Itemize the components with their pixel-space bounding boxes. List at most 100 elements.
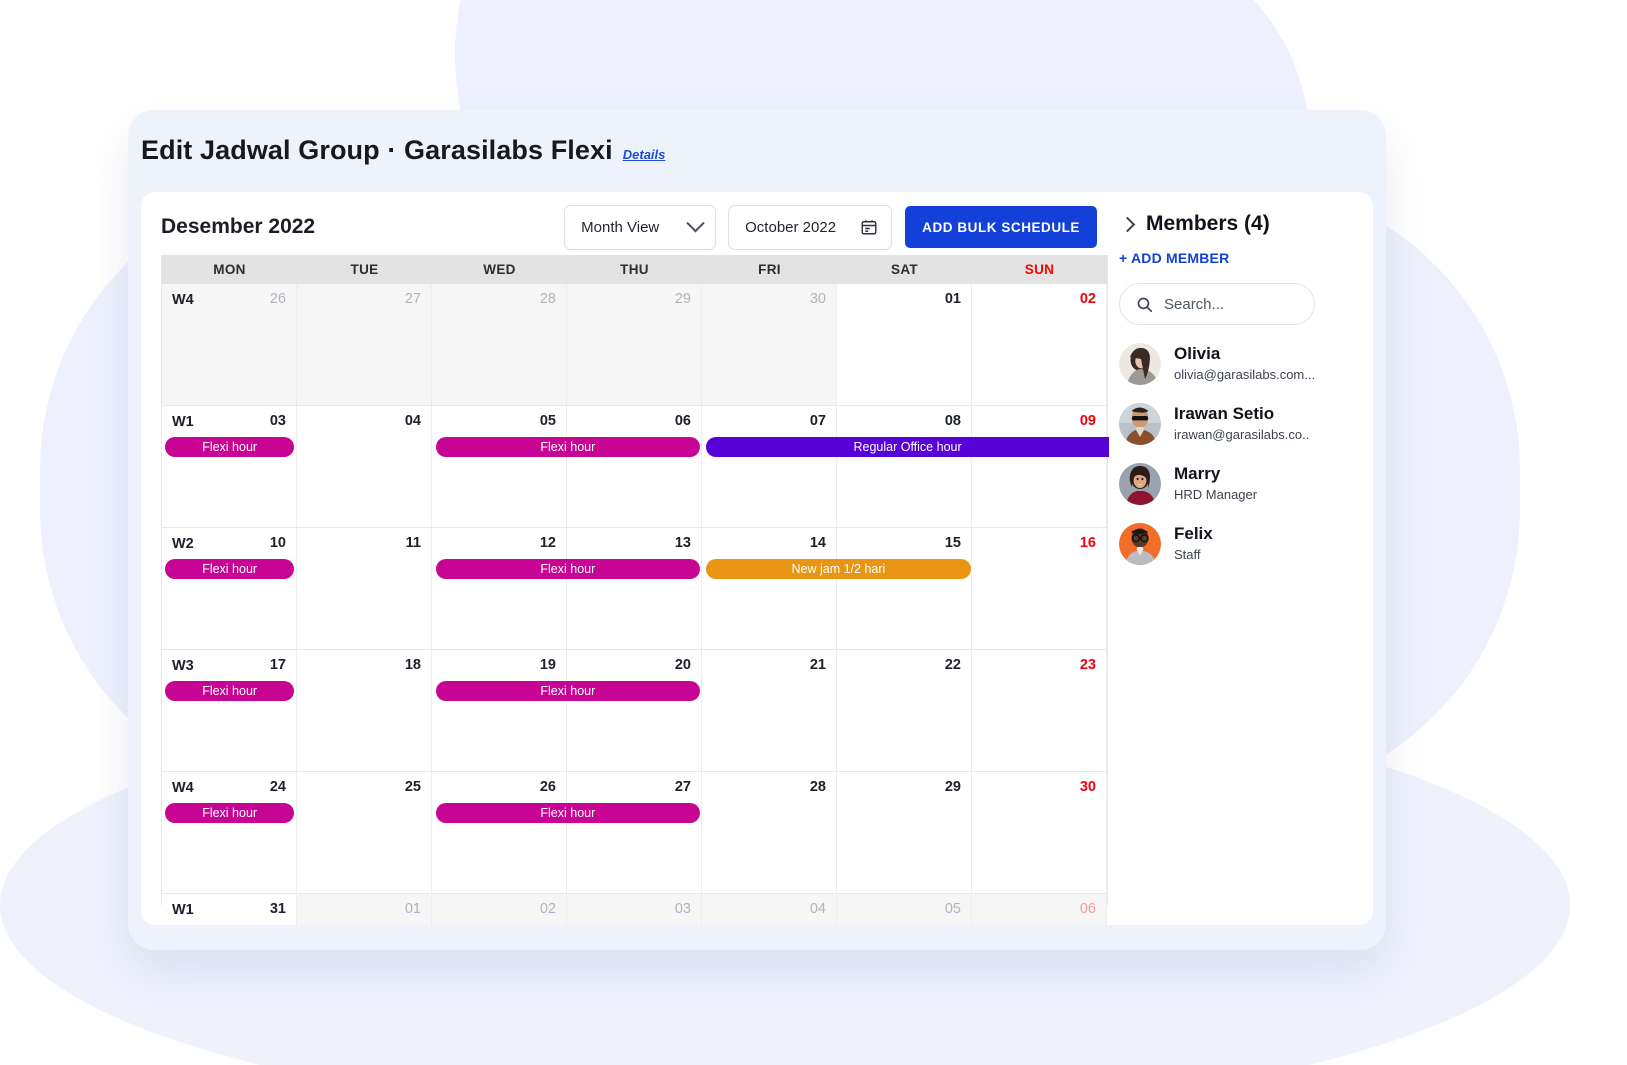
month-picker[interactable]: October 2022 bbox=[728, 204, 893, 250]
calendar-event-pill[interactable]: Flexi hour bbox=[435, 559, 701, 579]
calendar-day-cell[interactable]: 21 bbox=[702, 650, 837, 771]
calendar-day-cell[interactable]: 29 bbox=[837, 772, 972, 893]
view-mode-value: Month View bbox=[581, 218, 660, 236]
calendar-day-cell[interactable]: W1 03 bbox=[162, 406, 297, 527]
members-list: Olivia olivia@garasilabs.com... Irawan Se… bbox=[1119, 343, 1373, 565]
calendar-day-cell[interactable]: 04 bbox=[297, 406, 432, 527]
member-name: Marry bbox=[1174, 464, 1221, 484]
calendar-day-cell[interactable]: 06 bbox=[567, 406, 702, 527]
calendar-event-pill[interactable]: Flexi hour bbox=[165, 559, 295, 579]
calendar-day-cell[interactable]: 03 bbox=[567, 894, 702, 925]
calendar-event-pill[interactable]: Flexi hour bbox=[435, 437, 701, 457]
calendar-day-cell[interactable]: 30 bbox=[972, 772, 1107, 893]
calendar-week-row: W1 31 01 02 03 04 05 06 bbox=[162, 894, 1107, 925]
calendar-day-cell[interactable]: W1 31 bbox=[162, 894, 297, 925]
calendar-week-row: W3 17 18 19 20 21 22 23 Flexi hour Flexi hour bbox=[162, 650, 1107, 772]
day-number: 27 bbox=[404, 291, 421, 307]
member-list-item[interactable]: Felix Staff bbox=[1119, 523, 1373, 565]
calendar-day-cell[interactable]: 02 bbox=[972, 284, 1107, 405]
calendar-day-cell[interactable]: W2 10 bbox=[162, 528, 297, 649]
calendar-day-cell[interactable]: W4 26 bbox=[162, 284, 297, 405]
details-link[interactable]: Details bbox=[623, 147, 666, 162]
day-number: 01 bbox=[944, 291, 961, 307]
day-number: 03 bbox=[674, 901, 691, 917]
week-label: W4 bbox=[172, 780, 194, 796]
week-label: W1 bbox=[172, 414, 194, 430]
calendar-day-cell[interactable]: 18 bbox=[297, 650, 432, 771]
calendar-day-cell[interactable]: 11 bbox=[297, 528, 432, 649]
member-list-item[interactable]: Olivia olivia@garasilabs.com... bbox=[1119, 343, 1373, 385]
day-number: 07 bbox=[809, 413, 826, 429]
avatar bbox=[1119, 523, 1161, 565]
member-text: Felix Staff bbox=[1174, 524, 1213, 563]
calendar-day-cell[interactable]: 19 bbox=[432, 650, 567, 771]
calendar-day-cell[interactable]: 27 bbox=[297, 284, 432, 405]
calendar-day-cell[interactable]: 20 bbox=[567, 650, 702, 771]
calendar-day-header-tue: TUE bbox=[350, 262, 379, 277]
search-input[interactable] bbox=[1164, 295, 1294, 313]
calendar-day-cell[interactable]: 23 bbox=[972, 650, 1107, 771]
calendar-day-cell[interactable]: 27 bbox=[567, 772, 702, 893]
day-number: 23 bbox=[1079, 657, 1096, 673]
calendar-day-cell[interactable]: 06 bbox=[972, 894, 1107, 925]
calendar-day-cell[interactable]: 01 bbox=[837, 284, 972, 405]
calendar-panel: Desember 2022 Month View October 2022 AD… bbox=[141, 192, 1373, 925]
calendar-day-cell[interactable]: 09 bbox=[972, 406, 1107, 527]
chevron-right-icon[interactable] bbox=[1119, 216, 1136, 232]
calendar-day-headers: MON TUE WED THU FRI SAT SUN bbox=[162, 255, 1107, 284]
day-number: 29 bbox=[944, 779, 961, 795]
calendar-event-pill[interactable]: Flexi hour bbox=[165, 681, 295, 701]
calendar-day-cell[interactable]: 12 bbox=[432, 528, 567, 649]
calendar-day-cell[interactable]: 13 bbox=[567, 528, 702, 649]
calendar-event-pill[interactable]: New jam 1/2 hari bbox=[706, 559, 971, 579]
calendar-day-cell[interactable]: 28 bbox=[702, 772, 837, 893]
day-number: 18 bbox=[404, 657, 421, 673]
add-member-button[interactable]: + ADD MEMBER bbox=[1119, 250, 1373, 266]
calendar-day-cell[interactable]: 05 bbox=[837, 894, 972, 925]
calendar-day-header-wed: WED bbox=[483, 262, 516, 277]
member-text: Irawan Setio irawan@garasilabs.co.. bbox=[1174, 404, 1309, 443]
day-number: 22 bbox=[944, 657, 961, 673]
add-bulk-schedule-button[interactable]: ADD BULK SCHEDULE bbox=[905, 206, 1097, 248]
calendar-day-cell[interactable]: 16 bbox=[972, 528, 1107, 649]
calendar-week-row: W1 03 04 05 06 07 08 09 Flexi hour Flexi hour Regu… bbox=[162, 406, 1109, 528]
calendar-event-pill[interactable]: Regular Office hour bbox=[706, 437, 1109, 457]
day-number: 28 bbox=[809, 779, 826, 795]
calendar-day-cell[interactable]: W3 17 bbox=[162, 650, 297, 771]
calendar-day-cell[interactable]: 15 bbox=[837, 528, 972, 649]
calendar-day-cell[interactable]: 29 bbox=[567, 284, 702, 405]
member-name: Olivia bbox=[1174, 344, 1221, 364]
calendar-day-cell[interactable]: 07 bbox=[702, 406, 837, 527]
calendar-day-cell[interactable]: 22 bbox=[837, 650, 972, 771]
day-number: 30 bbox=[1079, 779, 1096, 795]
week-label: W2 bbox=[172, 536, 194, 552]
calendar-event-pill[interactable]: Flexi hour bbox=[165, 803, 295, 823]
calendar-day-cell[interactable]: 04 bbox=[702, 894, 837, 925]
calendar-event-pill[interactable]: Flexi hour bbox=[435, 803, 701, 823]
day-number: 14 bbox=[809, 535, 826, 551]
day-number: 08 bbox=[944, 413, 961, 429]
view-mode-select[interactable]: Month View bbox=[564, 204, 717, 250]
day-number: 04 bbox=[809, 901, 826, 917]
calendar-day-cell[interactable]: W4 24 bbox=[162, 772, 297, 893]
week-label: W1 bbox=[172, 902, 194, 918]
avatar bbox=[1119, 463, 1161, 505]
day-number: 21 bbox=[809, 657, 826, 673]
calendar-day-cell[interactable]: 01 bbox=[297, 894, 432, 925]
calendar-day-cell[interactable]: 28 bbox=[432, 284, 567, 405]
calendar-day-cell[interactable]: 05 bbox=[432, 406, 567, 527]
calendar-weeks: W4 26 27 28 29 30 01 02 W1 03 04 05 06 07 08 09 Flexi ho… bbox=[162, 284, 1109, 925]
calendar-day-cell[interactable]: 14 bbox=[702, 528, 837, 649]
calendar-day-cell[interactable]: 26 bbox=[432, 772, 567, 893]
calendar-day-cell[interactable]: 08 bbox=[837, 406, 972, 527]
calendar-event-pill[interactable]: Flexi hour bbox=[165, 437, 295, 457]
calendar-day-cell[interactable]: 25 bbox=[297, 772, 432, 893]
calendar-event-pill[interactable]: Flexi hour bbox=[435, 681, 701, 701]
calendar-day-cell[interactable]: 30 bbox=[702, 284, 837, 405]
member-list-item[interactable]: Irawan Setio irawan@garasilabs.co.. bbox=[1119, 403, 1373, 445]
day-number: 26 bbox=[539, 779, 556, 795]
member-search-box[interactable] bbox=[1119, 283, 1315, 325]
member-list-item[interactable]: Marry HRD Manager bbox=[1119, 463, 1373, 505]
calendar-day-cell[interactable]: 02 bbox=[432, 894, 567, 925]
day-number: 02 bbox=[1079, 291, 1096, 307]
